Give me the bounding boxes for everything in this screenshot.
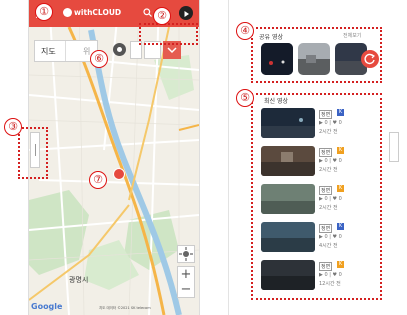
search-icon[interactable] <box>143 8 152 20</box>
annotation-box-4 <box>251 27 382 83</box>
annotation-label-2: ② <box>153 7 171 25</box>
zoom-in-button[interactable]: + <box>178 267 194 282</box>
annotation-label-1: ① <box>35 3 53 21</box>
annotation-label-3: ③ <box>4 118 22 136</box>
app-title: withCLOUD <box>74 8 122 17</box>
annotation-box-2 <box>139 23 198 45</box>
map-screen: withCLOUD 지도 위 + − 광명시 Google 지도 데이터 ©20… <box>28 0 200 315</box>
map-tab[interactable]: 지도 <box>41 46 56 57</box>
annotation-label-6: ⑥ <box>90 50 108 68</box>
map-footer: 지도 데이터 ©2021 SK telecom <box>99 306 151 310</box>
zoom-out-button[interactable]: − <box>178 282 194 297</box>
annotation-box-3 <box>18 127 48 179</box>
annotation-label-7: ⑦ <box>89 171 107 189</box>
my-location-icon[interactable] <box>177 245 195 263</box>
place-label: 광명시 <box>69 276 89 284</box>
play-icon[interactable] <box>179 6 193 20</box>
zoom-controls: + − <box>177 266 195 298</box>
map-type-toggle: 지도 위 <box>34 40 98 62</box>
annotation-box-5 <box>251 93 382 300</box>
location-marker-icon[interactable] <box>113 168 125 180</box>
annotation-label-5: ⑤ <box>236 89 254 107</box>
cloud-logo-icon <box>63 8 72 17</box>
layer-toggle-icon[interactable] <box>113 43 126 56</box>
google-logo: Google <box>31 302 63 311</box>
side-drawer-handle-right[interactable] <box>389 132 399 162</box>
satellite-tab[interactable]: 위 <box>83 46 90 57</box>
annotation-label-4: ④ <box>236 22 254 40</box>
